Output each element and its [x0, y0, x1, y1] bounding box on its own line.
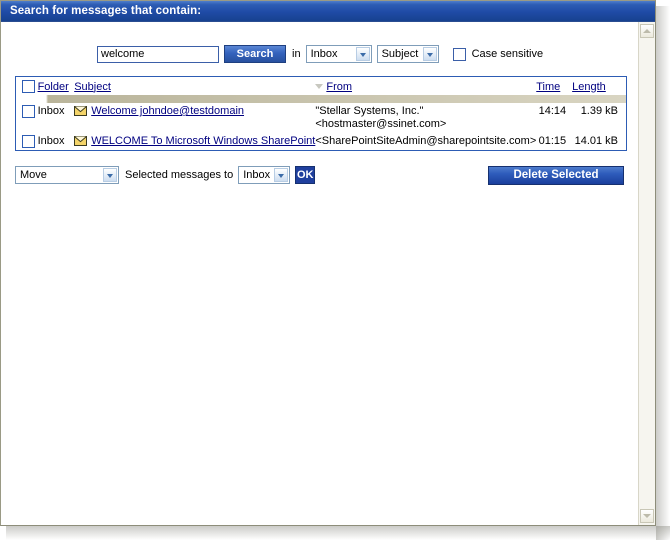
- scroll-up-button[interactable]: [640, 24, 654, 38]
- row-from-address: <hostmaster@ssinet.com>: [315, 118, 447, 130]
- ok-button[interactable]: OK: [295, 166, 316, 184]
- folder-select-value: Inbox: [310, 48, 338, 60]
- scroll-down-button[interactable]: [640, 509, 654, 523]
- search-bar: Search in Inbox Subject Case sensitive: [1, 41, 638, 67]
- sort-descending-icon: [315, 84, 324, 90]
- sort-by-subject-link[interactable]: Subject: [74, 81, 111, 93]
- row-time: 14:14: [538, 105, 567, 117]
- column-header-folder: Folder: [37, 77, 75, 95]
- row-length: 14.01 kB: [574, 135, 618, 147]
- column-header-time: Time: [536, 77, 573, 95]
- column-header-subject: Subject: [74, 77, 316, 95]
- envelope-icon: [74, 106, 88, 117]
- case-sensitive-checkbox[interactable]: [452, 47, 466, 61]
- window-shadow-right: [656, 6, 670, 540]
- row-select-cell: [16, 133, 38, 150]
- row-subject-link[interactable]: Welcome johndoe@testdomain: [91, 105, 244, 117]
- vertical-scrollbar[interactable]: [638, 22, 655, 525]
- page-title: Search for messages that contain:: [10, 5, 202, 17]
- table-header-row: Folder Subject From Time Length: [16, 77, 626, 95]
- chevron-up-icon: [643, 29, 651, 33]
- select-all-cell: [16, 77, 38, 95]
- header-separator: [16, 95, 626, 103]
- sort-by-folder-link[interactable]: Folder: [38, 81, 69, 93]
- bulk-action-bar: Move Selected messages to Inbox OK Delet…: [1, 163, 638, 193]
- row-select-cell: [16, 103, 38, 133]
- select-all-checkbox[interactable]: [22, 80, 35, 93]
- row-from: <SharePointSiteAdmin@sharepointsite.com>: [315, 133, 536, 150]
- delete-selected-button[interactable]: Delete Selected: [488, 166, 624, 185]
- search-messages-window: Search for messages that contain: Search…: [0, 0, 656, 526]
- row-folder: Inbox: [37, 105, 65, 117]
- row-from-name: "Stellar Systems, Inc.": [315, 105, 424, 117]
- field-select[interactable]: Subject: [376, 45, 439, 63]
- column-header-from: From: [315, 77, 537, 95]
- target-folder-select[interactable]: Inbox: [238, 166, 291, 184]
- chevron-down-icon: [422, 47, 437, 61]
- sort-by-time-link[interactable]: Time: [536, 81, 560, 93]
- row-subject-cell: Welcome johndoe@testdomain: [74, 103, 315, 133]
- bulk-action-text: Selected messages to: [125, 169, 234, 181]
- search-input[interactable]: [97, 45, 219, 63]
- row-checkbox[interactable]: [22, 135, 35, 148]
- sort-by-from-link[interactable]: From: [326, 81, 352, 93]
- window-shadow-bottom: [6, 526, 670, 540]
- chevron-down-icon: [274, 168, 289, 182]
- sort-by-length-link[interactable]: Length: [572, 81, 606, 93]
- in-label: in: [292, 48, 301, 60]
- chevron-down-icon: [355, 47, 370, 61]
- folder-select[interactable]: Inbox: [305, 45, 372, 63]
- bulk-action-value: Move: [20, 169, 47, 181]
- row-from-address: <SharePointSiteAdmin@sharepointsite.com>: [315, 135, 537, 147]
- row-length: 1.39 kB: [580, 105, 618, 117]
- row-folder: Inbox: [37, 135, 65, 147]
- content-area: Search in Inbox Subject Case sensitive: [1, 22, 638, 525]
- chevron-down-icon: [103, 168, 117, 182]
- bulk-action-select[interactable]: Move: [15, 166, 119, 184]
- table-row[interactable]: Inbox WELCOME To Microsoft Windows Share…: [16, 133, 626, 150]
- results-table: Folder Subject From Time Length Inbox We…: [15, 76, 627, 151]
- case-sensitive-label: Case sensitive: [471, 48, 544, 60]
- chevron-down-icon: [643, 514, 651, 518]
- row-subject-cell: WELCOME To Microsoft Windows SharePoint: [74, 133, 315, 150]
- window-title-bar: Search for messages that contain:: [1, 1, 655, 22]
- row-subject-link[interactable]: WELCOME To Microsoft Windows SharePoint: [91, 135, 315, 147]
- row-time: 01:15: [538, 135, 567, 147]
- table-row[interactable]: Inbox Welcome johndoe@testdomain "Stella…: [16, 103, 626, 133]
- row-checkbox[interactable]: [22, 105, 35, 118]
- envelope-icon: [74, 136, 88, 147]
- row-from: "Stellar Systems, Inc." <hostmaster@ssin…: [315, 103, 536, 133]
- column-header-length: Length: [572, 77, 626, 95]
- search-button[interactable]: Search: [224, 45, 286, 63]
